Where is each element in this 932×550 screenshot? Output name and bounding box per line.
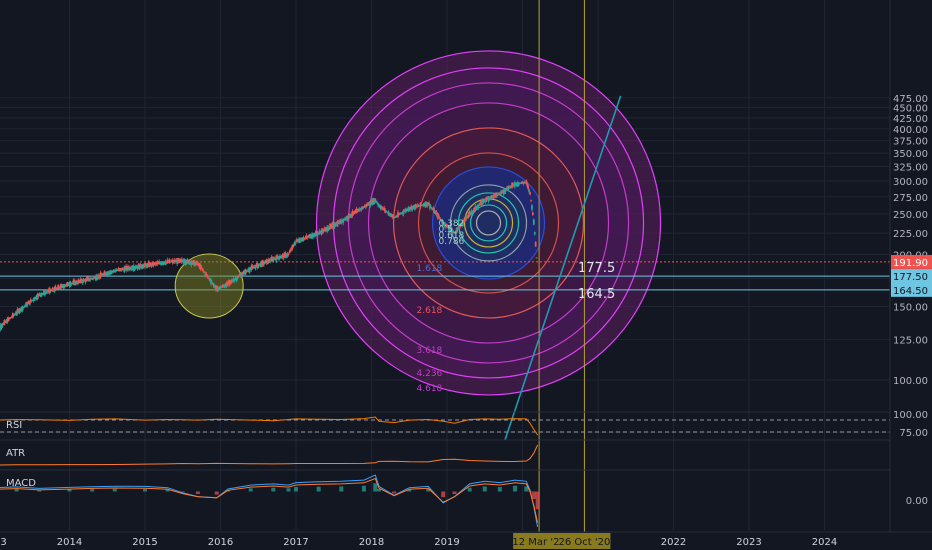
macd-histogram-bar xyxy=(316,486,321,492)
y-tick-label: 475.00 xyxy=(893,94,928,105)
macd-histogram-bar xyxy=(339,486,344,492)
price-badge-label: 177.50 xyxy=(893,272,928,283)
time-axis[interactable]: 2013201420152016201720182019202120222023… xyxy=(0,531,932,550)
fib-label: 4.618 xyxy=(417,384,443,394)
macd-histogram-bar xyxy=(482,486,487,492)
macd-histogram-bar xyxy=(531,491,536,500)
macd-histogram-bar xyxy=(248,488,253,492)
y-tick-label: 375.00 xyxy=(893,137,928,148)
y-tick-label: 425.00 xyxy=(893,114,928,125)
y-tick-label: 100.00 xyxy=(893,376,928,387)
fib-label: 0.786 xyxy=(439,237,465,247)
candle-body xyxy=(528,189,531,192)
fib-label: 4.236 xyxy=(417,369,443,379)
price-badge-label: 164.50 xyxy=(893,286,928,297)
y-tick-label: 450.00 xyxy=(893,104,928,115)
level-annotation: 164.5 xyxy=(578,287,615,302)
y-tick-label: 225.00 xyxy=(893,229,928,240)
macd-histogram-bar xyxy=(373,483,378,492)
level-annotation: 177.5 xyxy=(578,261,615,276)
chart-svg[interactable]: 177.5164.5 0.3820.50.6180.7861.6182.6183… xyxy=(0,0,932,550)
candle-body xyxy=(535,257,538,259)
price-badge-label: 191.90 xyxy=(893,258,928,269)
macd-histogram-bar xyxy=(14,489,19,492)
y-tick-label: 325.00 xyxy=(893,163,928,174)
candle-body xyxy=(534,241,537,247)
fib-label: 3.618 xyxy=(417,346,443,356)
x-tick-label: 2022 xyxy=(661,537,686,548)
x-tick-label: 2015 xyxy=(132,537,157,548)
candle-body xyxy=(531,205,533,210)
macd-histogram-bar xyxy=(535,491,540,510)
macd-histogram-bar xyxy=(180,491,185,493)
y-tick-label: 125.00 xyxy=(893,336,928,347)
macd-histogram-bar xyxy=(67,489,72,492)
candle-body xyxy=(287,253,290,255)
y-tick-label: 350.00 xyxy=(893,149,928,160)
y-tick-label: 275.00 xyxy=(893,193,928,204)
macd-histogram-bar xyxy=(90,489,95,492)
candle-body xyxy=(532,219,535,225)
candle-body xyxy=(168,259,171,264)
x-tick-label: 2023 xyxy=(736,537,761,548)
fib-label: 1.618 xyxy=(417,264,443,274)
y-tick-label: 400.00 xyxy=(893,125,928,136)
x-tick-label: 2014 xyxy=(57,537,82,548)
x-tick-label: 2019 xyxy=(434,537,459,548)
candle-body xyxy=(374,199,377,201)
y-tick-label: 300.00 xyxy=(893,177,928,188)
macd-histogram-bar xyxy=(512,485,517,492)
candle-body xyxy=(12,315,15,317)
y-tick-label: 0.00 xyxy=(906,496,928,507)
macd-histogram-bar xyxy=(214,491,219,495)
macd-histogram-bar xyxy=(361,485,366,492)
macd-histogram-bar xyxy=(467,487,472,492)
x-tick-label: 2016 xyxy=(208,537,233,548)
macd-histogram-bar xyxy=(195,491,200,495)
date-badge-label: 26 Oct '20 xyxy=(558,537,610,548)
macd-histogram-bar xyxy=(452,491,457,495)
candle-body xyxy=(257,263,260,269)
candle-body xyxy=(529,191,531,195)
fib-circles[interactable] xyxy=(315,50,662,396)
macd-histogram-bar xyxy=(497,487,502,492)
y-tick-label: 150.00 xyxy=(893,303,928,314)
indicator-name: RSI xyxy=(6,420,22,431)
indicator-name: ATR xyxy=(6,448,25,459)
fib-label: 2.618 xyxy=(417,306,443,316)
x-tick-label: 2013 xyxy=(0,537,7,548)
macd-histogram-bar xyxy=(286,488,291,492)
macd-histogram-bar xyxy=(441,491,446,498)
y-tick-label: 75.00 xyxy=(899,428,928,439)
candle-body xyxy=(530,199,532,201)
macd-histogram-bar xyxy=(392,491,397,494)
y-tick-label: 250.00 xyxy=(893,210,928,221)
macd-histogram-bar xyxy=(143,488,147,492)
macd-histogram-bar xyxy=(271,487,276,492)
candle-body xyxy=(531,212,534,215)
candle-body xyxy=(533,231,536,235)
price-axis[interactable]: 75.00100.00125.00150.00175.00200.00225.0… xyxy=(889,0,932,535)
x-tick-label: 2024 xyxy=(812,537,837,548)
macd-histogram-bar xyxy=(112,488,117,492)
x-tick-label: 2017 xyxy=(283,537,308,548)
y-tick-label: 100.00 xyxy=(893,410,928,421)
x-tick-label: 2018 xyxy=(359,537,384,548)
macd-histogram-bar xyxy=(294,487,298,492)
